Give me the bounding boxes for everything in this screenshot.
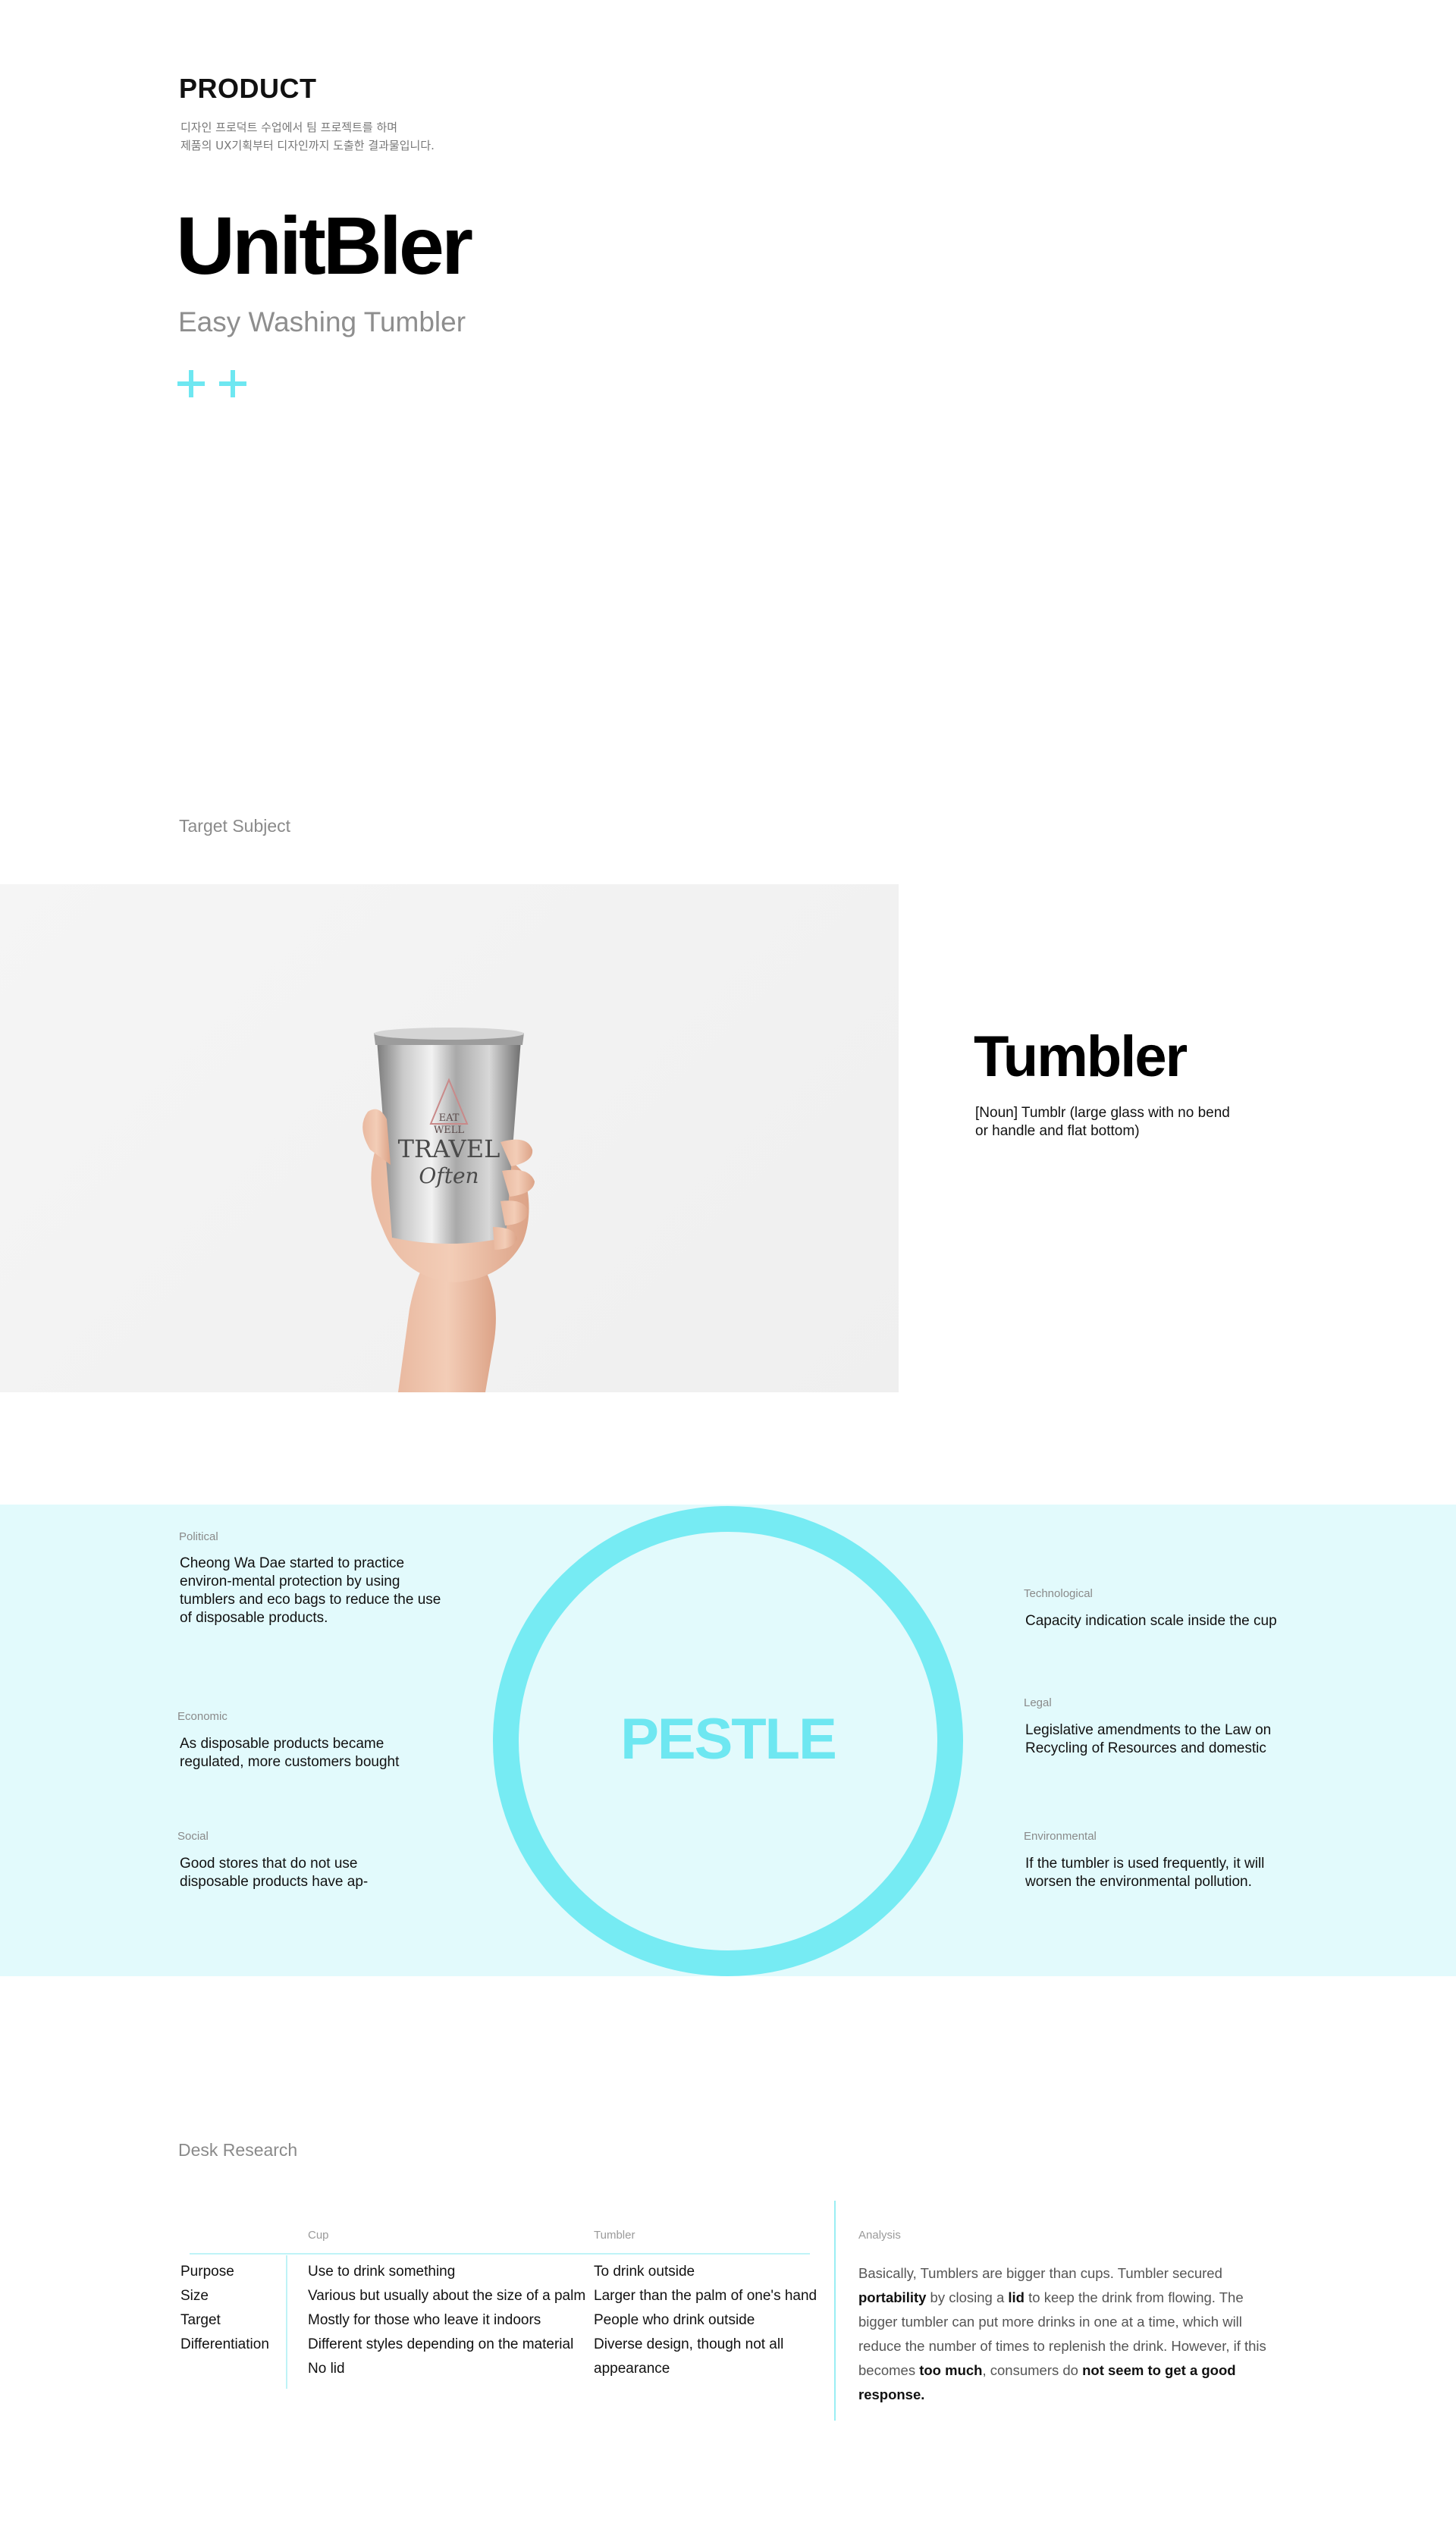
- tumbler-purpose: To drink outside: [594, 2264, 695, 2280]
- pestle-social-text: Good stores that do not use disposable p…: [180, 1856, 369, 1890]
- cup-print-travel: TRAVEL: [398, 1134, 500, 1163]
- pestle-environmental-label: Environmental: [1024, 1830, 1097, 1843]
- description-line-2: 제품의 UX기획부터 디자인까지 도출한 결과물입니다.: [180, 139, 435, 152]
- tumbler-differentiation-2: appearance: [594, 2361, 670, 2377]
- cup-column: Use to drink something Various but usual…: [308, 2260, 588, 2381]
- table-divider-vertical: [286, 2255, 287, 2389]
- pestle-technological-label: Technological: [1024, 1587, 1093, 1600]
- analysis-divider: [834, 2201, 836, 2421]
- table-divider-horizontal: [190, 2253, 810, 2255]
- pestle-title: PESTLE: [620, 1707, 837, 1771]
- pestle-technological-text: Capacity indication scale inside the cup: [1025, 1613, 1277, 1629]
- pestle-political-label: Political: [179, 1530, 218, 1543]
- subject-title: Tumbler: [974, 1025, 1188, 1089]
- plus-icon: [177, 370, 205, 397]
- section-label-target: Target Subject: [179, 816, 291, 836]
- row-label-purpose: Purpose: [180, 2264, 234, 2280]
- row-labels: Purpose Size Target Differentiation: [180, 2260, 269, 2357]
- subject-definition: [Noun] Tumblr (large glass with no bend …: [975, 1105, 1230, 1139]
- cup-print-eat: EAT: [439, 1112, 460, 1124]
- project-description: 디자인 프로덕트 수업에서 팀 프로젝트를 하며 제품의 UX기획부터 디자인까…: [180, 118, 575, 155]
- section-kicker: PRODUCT: [179, 73, 317, 104]
- cup-differentiation: Different styles depending on the materi…: [308, 2336, 574, 2352]
- pestle-economic-text: As disposable products became regulated,…: [180, 1736, 400, 1770]
- column-header-tumbler: Tumbler: [594, 2229, 635, 2242]
- tumbler-differentiation: Diverse design, though not all: [594, 2336, 784, 2352]
- hand-holding-tumbler-illustration: EAT WELL TRAVEL Often: [362, 1028, 535, 1392]
- cup-target: Mostly for those who leave it indoors: [308, 2312, 541, 2328]
- tumbler-column: To drink outside Larger than the palm of…: [594, 2260, 821, 2381]
- pestle-environmental-text: If the tumbler is used frequently, it wi…: [1025, 1856, 1265, 1890]
- column-header-cup: Cup: [308, 2229, 329, 2242]
- section-label-desk-research: Desk Research: [178, 2140, 298, 2160]
- pestle-legal-label: Legal: [1024, 1696, 1052, 1709]
- plus-icon: [219, 370, 246, 397]
- cup-differentiation-2: No lid: [308, 2361, 345, 2377]
- pestle-political-text: Cheong Wa Dae started to practice enviro…: [180, 1555, 441, 1626]
- cup-size: Various but usually about the size of a …: [308, 2288, 586, 2304]
- row-label-size: Size: [180, 2288, 209, 2304]
- cup-purpose: Use to drink something: [308, 2264, 456, 2280]
- analysis-text: Basically, Tumblers are bigger than cups…: [858, 2265, 1266, 2402]
- description-line-1: 디자인 프로덕트 수업에서 팀 프로젝트를 하며: [180, 121, 398, 134]
- brand-title: UnitBler: [176, 199, 473, 291]
- brand-tagline: Easy Washing Tumbler: [178, 306, 466, 337]
- tumbler-target: People who drink outside: [594, 2312, 755, 2328]
- row-label-target: Target: [180, 2312, 221, 2328]
- pestle-legal-text: Legislative amendments to the Law on Rec…: [1025, 1722, 1272, 1756]
- row-label-differentiation: Differentiation: [180, 2336, 269, 2352]
- tumbler-size: Larger than the palm of one's hand: [594, 2288, 817, 2304]
- analysis-label: Analysis: [858, 2229, 901, 2242]
- tumbler-photo: EAT WELL TRAVEL Often: [0, 884, 899, 1392]
- pestle-economic-label: Economic: [177, 1710, 228, 1723]
- pestle-social-label: Social: [177, 1830, 209, 1843]
- cup-print-often: Often: [419, 1163, 479, 1188]
